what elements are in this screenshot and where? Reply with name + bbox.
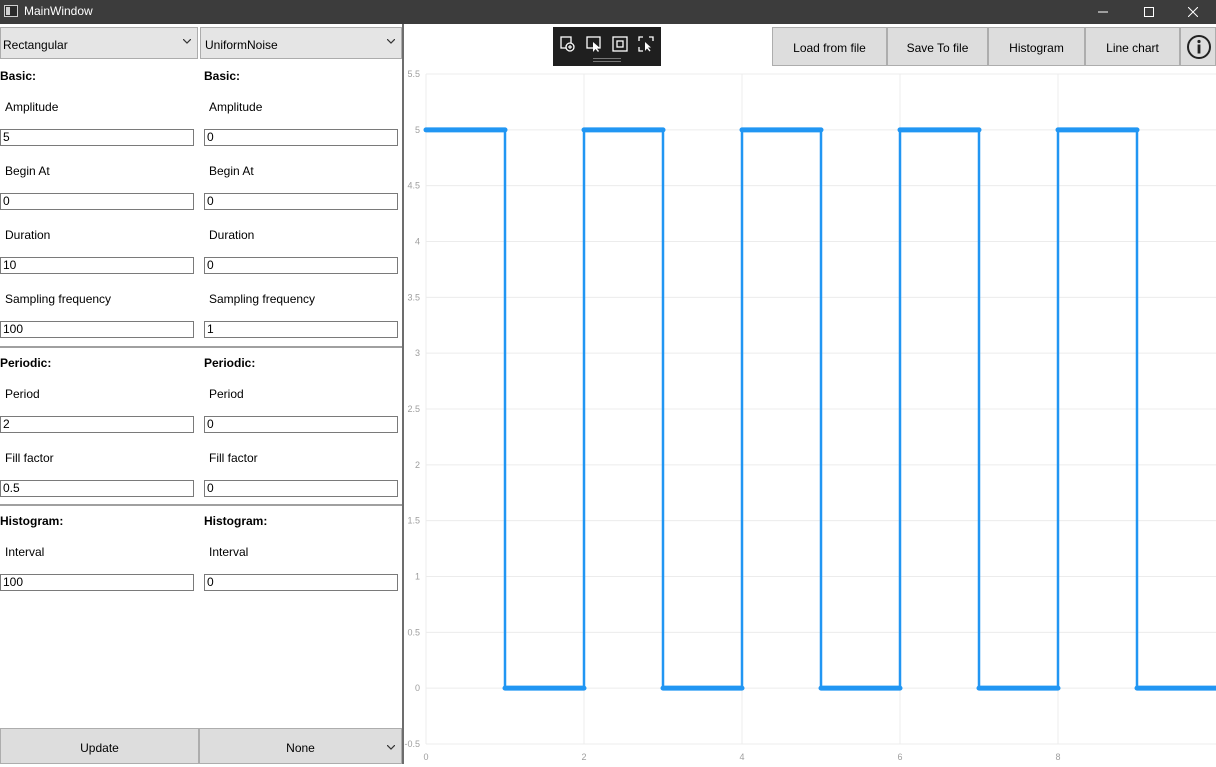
line-chart-button[interactable]: Line chart (1085, 27, 1180, 66)
line-chart[interactable]: -0.5 0 0.5 1 1.5 2 2.5 3 3.5 4 4.5 5 5.5 0 2 4 6 8 (404, 66, 1216, 764)
save-to-file-label: Save To file (906, 41, 969, 55)
divider (0, 504, 402, 506)
y-tick-label: 4.5 (407, 181, 420, 191)
begin-at-label: Begin At (5, 164, 50, 178)
amplitude-input-2[interactable]: 0 (204, 129, 398, 146)
sampling-frequency-input[interactable]: 100 (0, 321, 194, 338)
periodic-header-2: Periodic: (204, 356, 256, 370)
info-button[interactable] (1180, 27, 1216, 66)
basic-header-2: Basic: (204, 69, 241, 83)
fill-factor-input-2[interactable]: 0 (204, 480, 398, 497)
y-tick-label: 2.5 (407, 404, 420, 414)
fill-factor-input[interactable]: 0.5 (0, 480, 194, 497)
begin-at-input-2[interactable]: 0 (204, 193, 398, 210)
y-tick-label: 3 (415, 348, 420, 358)
interval-input-2[interactable]: 0 (204, 574, 398, 591)
window-title: MainWindow (24, 4, 93, 18)
y-tick-label: 1.5 (407, 516, 420, 526)
info-icon (1187, 35, 1211, 59)
select-pointer-icon[interactable] (585, 35, 603, 53)
y-tick-label: 1 (415, 572, 420, 582)
sampling-frequency-label: Sampling frequency (5, 292, 112, 306)
signal-type-1-select[interactable]: Rectangular (0, 27, 198, 59)
duration-label: Duration (5, 228, 51, 242)
palette-drag-handle[interactable] (593, 58, 621, 62)
line-chart-label: Line chart (1106, 41, 1159, 55)
maximize-icon (1144, 7, 1154, 17)
duration-input[interactable]: 10 (0, 257, 194, 274)
signal-type-2-select[interactable]: UniformNoise (200, 27, 402, 59)
x-tick-label: 0 (423, 752, 428, 762)
chevron-down-icon (387, 745, 395, 750)
signal-type-1-value: Rectangular (3, 38, 68, 52)
update-button-label: Update (80, 741, 119, 755)
period-input-2[interactable]: 0 (204, 416, 398, 433)
begin-at-label-2: Begin At (209, 164, 254, 178)
zoom-add-icon[interactable] (559, 35, 577, 53)
y-tick-label: 0 (415, 683, 420, 693)
save-to-file-button[interactable]: Save To file (887, 27, 988, 66)
begin-at-input[interactable]: 0 (0, 193, 194, 210)
fill-factor-label-2: Fill factor (209, 451, 258, 465)
y-tick-label: 4 (415, 237, 420, 247)
interval-input[interactable]: 100 (0, 574, 194, 591)
load-from-file-label: Load from file (793, 41, 866, 55)
periodic-header: Periodic: (0, 356, 52, 370)
close-icon (1188, 7, 1198, 17)
chevron-down-icon (387, 39, 395, 44)
duration-input-2[interactable]: 0 (204, 257, 398, 274)
basic-header: Basic: (0, 69, 37, 83)
close-button[interactable] (1170, 0, 1216, 24)
parameters-panel: Rectangular UniformNoise Basic: Amplitud… (0, 24, 402, 764)
y-tick-label: -0.5 (404, 739, 420, 749)
amplitude-label: Amplitude (5, 100, 59, 114)
load-from-file-button[interactable]: Load from file (772, 27, 887, 66)
y-tick-label: 3.5 (407, 292, 420, 302)
histogram-button[interactable]: Histogram (988, 27, 1085, 66)
interval-label: Interval (5, 545, 45, 559)
interval-label-2: Interval (209, 545, 249, 559)
amplitude-input[interactable]: 5 (0, 129, 194, 146)
y-tick-label: 5.5 (407, 69, 420, 79)
histogram-header: Histogram: (0, 514, 64, 528)
x-tick-label: 4 (739, 752, 744, 762)
y-tick-label: 2 (415, 460, 420, 470)
period-label: Period (5, 387, 40, 401)
app-icon (4, 5, 18, 17)
chart-canvas: -0.500.511.522.533.544.555.50 2 4 6 8 (404, 69, 1216, 762)
histogram-label: Histogram (1009, 41, 1064, 55)
x-tick-label: 6 (897, 752, 902, 762)
minimize-button[interactable] (1080, 0, 1126, 24)
signal-type-2-value: UniformNoise (205, 38, 278, 52)
histogram-header-2: Histogram: (204, 514, 268, 528)
minimize-icon (1098, 11, 1108, 13)
duration-label-2: Duration (209, 228, 255, 242)
zoom-select-icon[interactable] (637, 35, 655, 53)
operation-value: None (286, 741, 315, 755)
y-tick-label: 5 (415, 125, 420, 135)
sampling-frequency-label-2: Sampling frequency (209, 292, 316, 306)
x-tick-label: 8 (1055, 752, 1060, 762)
maximize-button[interactable] (1126, 0, 1172, 24)
operation-select[interactable]: None (199, 728, 402, 764)
fill-factor-label: Fill factor (5, 451, 54, 465)
divider (0, 346, 402, 348)
title-bar: MainWindow (0, 0, 1216, 24)
period-label-2: Period (209, 387, 244, 401)
chart-tools-palette (553, 27, 661, 66)
update-button[interactable]: Update (0, 728, 199, 764)
chevron-down-icon (183, 39, 191, 44)
fit-frame-icon[interactable] (611, 35, 629, 53)
x-tick-label: 2 (581, 752, 586, 762)
y-tick-label: 0.5 (407, 627, 420, 637)
period-input[interactable]: 2 (0, 416, 194, 433)
sampling-frequency-input-2[interactable]: 1 (204, 321, 398, 338)
amplitude-label-2: Amplitude (209, 100, 263, 114)
